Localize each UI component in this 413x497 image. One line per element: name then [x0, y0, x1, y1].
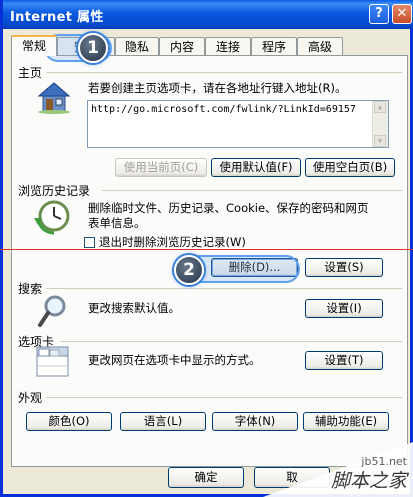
close-button[interactable]: ✕	[392, 4, 412, 24]
delete-on-exit-checkbox[interactable]	[84, 237, 95, 248]
help-button[interactable]: ?	[369, 4, 389, 24]
tabs-window-icon	[36, 346, 69, 377]
appearance-section-title: 外观	[18, 391, 43, 405]
accessibility-button[interactable]: 辅助功能(E)	[303, 412, 389, 431]
home-address-textarea[interactable]: http://go.microsoft.com/fwlink/?LinkId=6…	[87, 100, 389, 148]
home-description: 若要创建主页选项卡，请在各地址行键入地址(R)。	[88, 81, 347, 95]
delete-on-exit-label: 退出时删除浏览历史记录(W)	[99, 235, 246, 249]
watermark: jb51.net 脚本之家	[263, 442, 413, 497]
tab-content[interactable]: 内容	[159, 37, 205, 55]
history-settings-button[interactable]: 设置(S)	[305, 258, 383, 277]
ok-button[interactable]: 确定	[168, 467, 244, 488]
address-scrollbar[interactable]: ▲ ▼	[372, 101, 388, 147]
history-description-line2: 表单信息。	[88, 216, 146, 230]
divider	[46, 72, 402, 73]
divider	[46, 397, 402, 398]
window-title: Internet 属性	[10, 10, 104, 25]
use-default-button[interactable]: 使用默认值(F)	[211, 158, 301, 177]
home-icon	[37, 82, 71, 114]
search-magnifier-icon	[38, 295, 66, 327]
divider	[46, 288, 402, 289]
tabs-description: 更改网页在选项卡中显示的方式。	[88, 353, 261, 367]
divider	[102, 190, 402, 191]
history-description-line1: 删除临时文件、历史记录、Cookie、保存的密码和网页	[88, 201, 369, 215]
search-description: 更改搜索默认值。	[88, 301, 180, 315]
history-section-title: 浏览历史记录	[18, 184, 91, 198]
search-settings-button[interactable]: 设置(I)	[305, 299, 383, 318]
scroll-up-icon[interactable]: ▲	[374, 101, 386, 113]
title-bar[interactable]: Internet 属性 ? ✕	[3, 0, 413, 29]
step-2-badge: 2	[174, 255, 204, 285]
use-blank-button[interactable]: 使用空白页(B)	[305, 158, 395, 177]
tab-connections[interactable]: 连接	[205, 37, 251, 55]
tabs-settings-button[interactable]: 设置(T)	[305, 351, 383, 370]
colors-button[interactable]: 颜色(O)	[26, 412, 112, 431]
languages-button[interactable]: 语言(L)	[120, 412, 206, 431]
watermark-name: 脚本之家	[330, 470, 407, 492]
tab-privacy[interactable]: 隐私	[115, 37, 159, 55]
history-clock-icon	[34, 200, 70, 235]
home-section-title: 主页	[18, 66, 43, 80]
step-1-badge: 1	[78, 33, 108, 63]
tab-advanced[interactable]: 高级	[297, 37, 343, 55]
use-current-button[interactable]: 使用当前页(C)	[115, 158, 207, 177]
scroll-down-icon[interactable]: ▼	[374, 135, 386, 147]
fonts-button[interactable]: 字体(N)	[212, 412, 298, 431]
annotation-red-line	[0, 249, 413, 250]
divider	[60, 341, 402, 342]
tab-programs[interactable]: 程序	[251, 37, 297, 55]
tab-general[interactable]: 常规	[11, 35, 57, 56]
home-address-value: http://go.microsoft.com/fwlink/?LinkId=6…	[91, 104, 356, 115]
